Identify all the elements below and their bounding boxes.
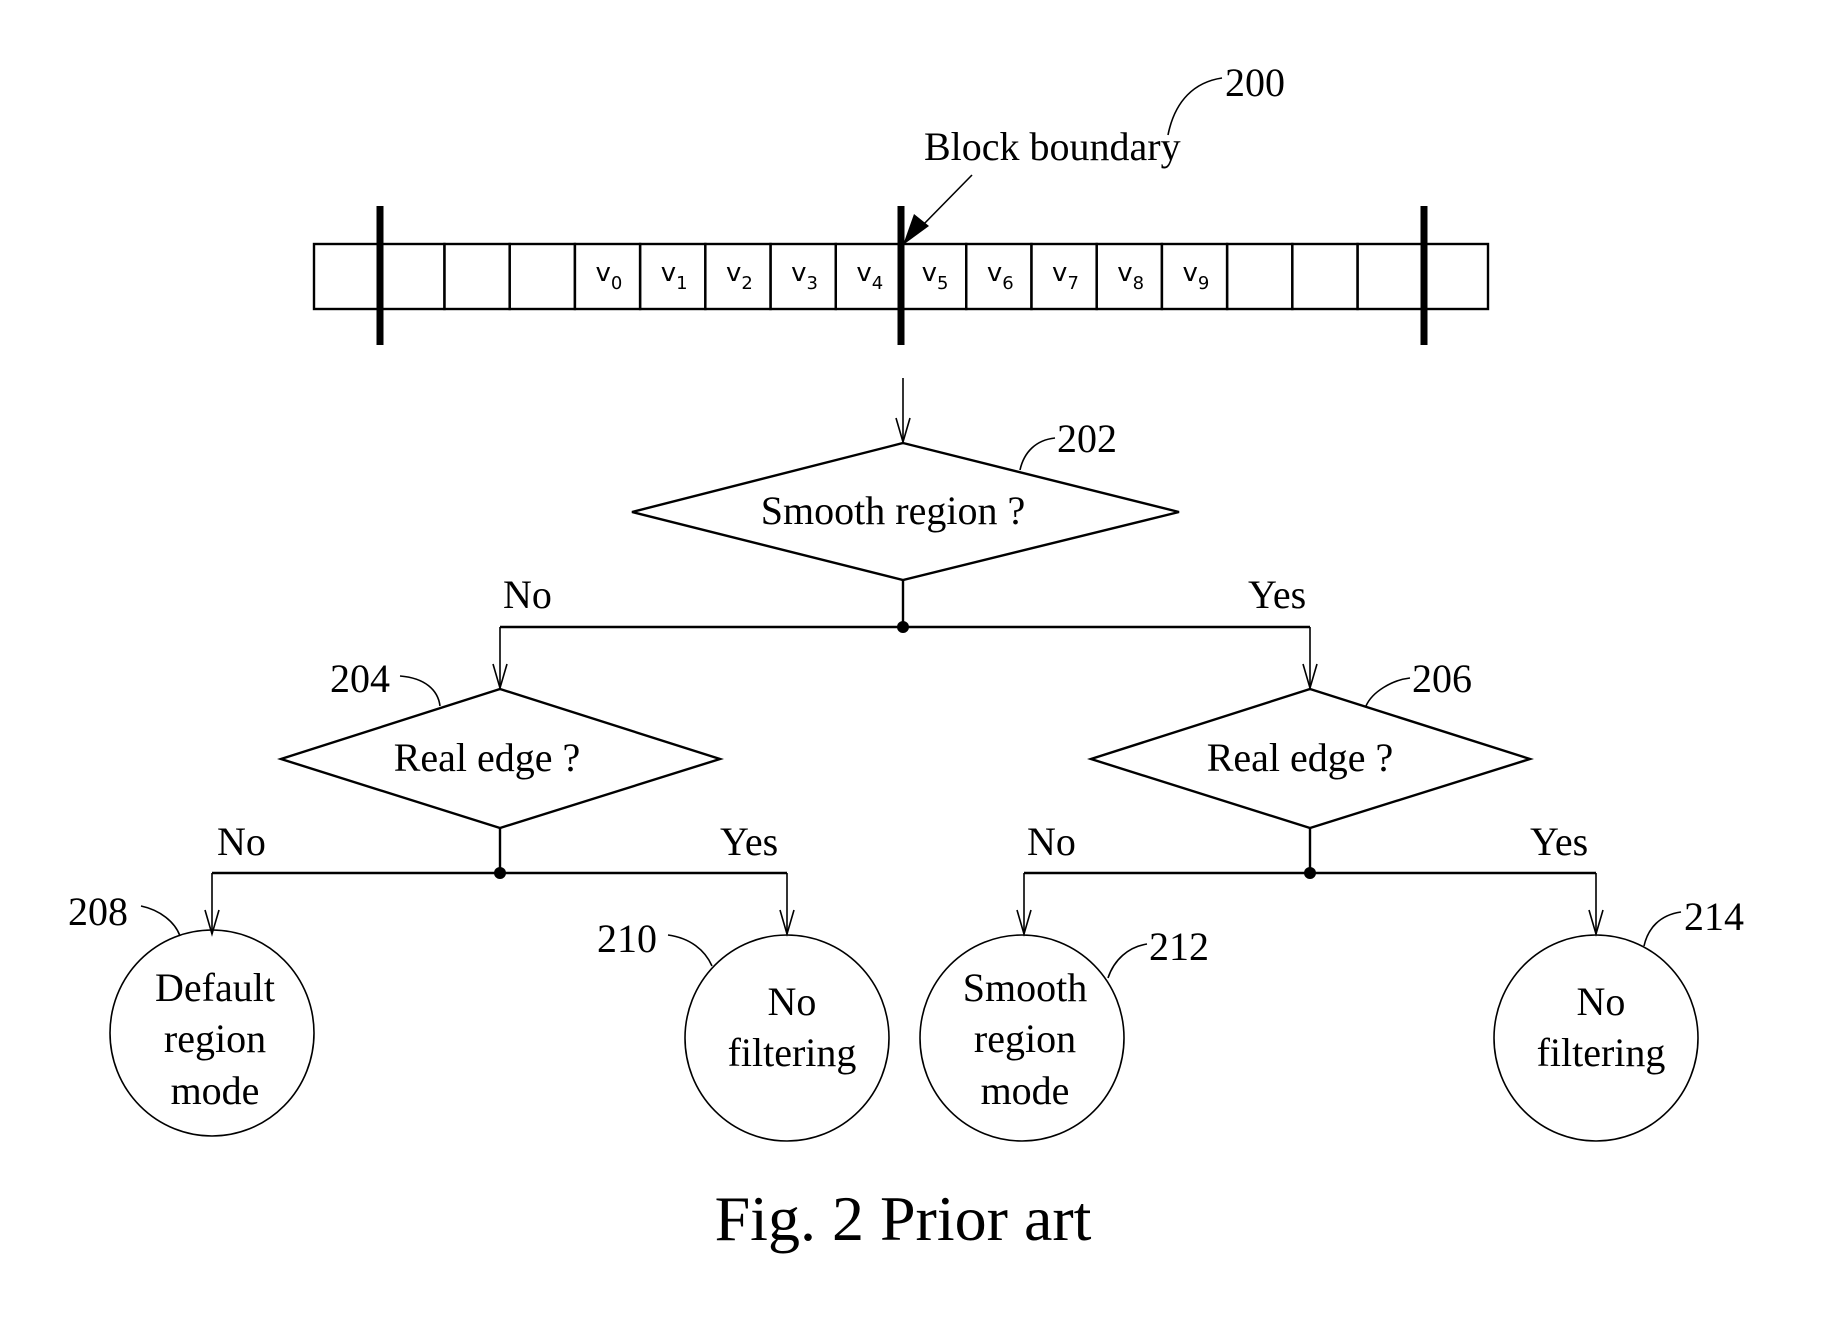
ref-202: 202 <box>1057 416 1117 461</box>
junction-dot <box>1304 867 1316 879</box>
junction-dot <box>494 867 506 879</box>
branch-no-206: No <box>1027 819 1076 864</box>
terminal-default-region-mode-line3: mode <box>171 1068 260 1113</box>
ref-214: 214 <box>1684 894 1744 939</box>
terminal-smooth-region-mode-line2: region <box>974 1016 1076 1061</box>
block-boundary-pointer <box>919 174 973 229</box>
pixel-label: v5 <box>922 258 949 294</box>
ref-200: 200 <box>1225 60 1285 105</box>
ref-202-leader <box>1019 437 1056 471</box>
pixel-label: v3 <box>791 258 818 294</box>
ref-214-leader <box>1643 911 1682 947</box>
terminal-default-region-mode-line1: Default <box>155 965 275 1010</box>
branch-no-204: No <box>217 819 266 864</box>
ref-210-leader <box>667 934 713 967</box>
pixel-cell <box>508 242 577 311</box>
pixel-cell <box>443 242 511 311</box>
branch-yes-204: Yes <box>720 819 778 864</box>
pixel-label: v8 <box>1117 258 1144 294</box>
pixel-label: v0 <box>596 258 623 294</box>
decision-smooth-region-text: Smooth region ? <box>761 488 1025 533</box>
ref-212: 212 <box>1149 924 1209 969</box>
decision-real-edge-left-text: Real edge ? <box>394 735 581 780</box>
pixel-label: v4 <box>856 258 883 294</box>
decision-real-edge-right-text: Real edge ? <box>1207 735 1394 780</box>
ref-208-leader <box>140 905 181 937</box>
junction-dot <box>897 621 909 633</box>
ref-204: 204 <box>330 656 390 701</box>
terminal-smooth-region-mode-line3: mode <box>981 1068 1070 1113</box>
pixel-cell <box>1225 242 1294 311</box>
ref-210: 210 <box>597 916 657 961</box>
ref-206: 206 <box>1412 656 1472 701</box>
terminal-smooth-region-mode-line1: Smooth <box>963 965 1087 1010</box>
branch-yes-206: Yes <box>1530 819 1588 864</box>
flowchart-figure: 200 Block boundary v0 v1 v2 v3 v4 v5 v6 v7 v8 v9 … <box>68 60 1744 1254</box>
pixel-label: v2 <box>726 258 753 294</box>
pixel-label: v9 <box>1183 258 1210 294</box>
terminal-no-filtering-right-line1: No <box>1577 979 1626 1024</box>
block-boundary-arrowhead <box>903 214 929 245</box>
pixel-label: v1 <box>661 258 688 294</box>
pixel-cell <box>1291 242 1359 311</box>
pixel-cell <box>312 242 381 311</box>
branch-no-202: No <box>503 572 552 617</box>
terminal-no-filtering-left-line2: filtering <box>728 1030 857 1075</box>
terminal-no-filtering-left-line1: No <box>768 979 817 1024</box>
terminal-default-region-mode-line2: region <box>164 1016 266 1061</box>
block-boundary-label: Block boundary <box>924 124 1181 169</box>
pixel-cell <box>1421 242 1490 311</box>
ref-212-leader <box>1107 943 1148 979</box>
ref-204-leader <box>399 675 441 707</box>
branch-yes-202: Yes <box>1248 572 1306 617</box>
pixel-cell <box>378 242 446 311</box>
figure-caption: Fig. 2 Prior art <box>715 1183 1092 1254</box>
pixel-cell <box>1356 242 1424 311</box>
ref-206-leader <box>1365 677 1411 707</box>
terminal-no-filtering-right-line2: filtering <box>1537 1030 1666 1075</box>
ref-208: 208 <box>68 889 128 934</box>
pixel-label: v7 <box>1052 258 1079 294</box>
pixel-label: v6 <box>987 258 1014 294</box>
